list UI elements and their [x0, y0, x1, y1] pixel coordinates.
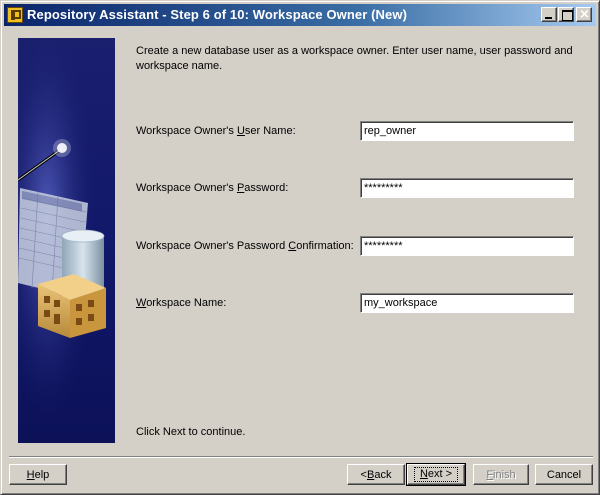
title-bar[interactable]: Repository Assistant - Step 6 of 10: Wor…	[4, 4, 596, 26]
help-button[interactable]: Help	[9, 464, 67, 485]
user-name-label: Workspace Owner's User Name:	[136, 125, 296, 137]
wizard-window: Repository Assistant - Step 6 of 10: Wor…	[0, 0, 600, 495]
next-button-focus: Next >	[413, 467, 459, 482]
workspace-name-row: Workspace Name: my_workspace	[136, 293, 582, 313]
workspace-name-label: Workspace Name:	[136, 297, 227, 309]
intro-text: Create a new database user as a workspac…	[136, 45, 573, 72]
wizard-side-image	[18, 38, 115, 443]
close-button[interactable]: ×	[576, 7, 592, 22]
finish-button[interactable]: Finish	[473, 464, 529, 485]
close-icon: ×	[579, 7, 590, 22]
password-confirmation-label: Workspace Owner's Password Confirmation:	[136, 240, 354, 252]
password-row: Workspace Owner's Password: *********	[136, 178, 582, 198]
password-label: Workspace Owner's Password:	[136, 182, 289, 194]
password-input[interactable]: *********	[360, 178, 574, 198]
user-name-input[interactable]: rep_owner	[360, 121, 574, 141]
minimize-button[interactable]	[541, 7, 557, 22]
continue-hint: Click Next to continue.	[136, 426, 246, 438]
window-title: Repository Assistant - Step 6 of 10: Wor…	[27, 7, 408, 22]
database-workspace-illustration	[18, 38, 115, 443]
next-button[interactable]: Next >	[406, 463, 466, 486]
user-name-row: Workspace Owner's User Name: rep_owner	[136, 121, 582, 141]
password-confirmation-row: Workspace Owner's Password Confirmation:…	[136, 236, 582, 256]
wizard-content: Create a new database user as a workspac…	[9, 33, 593, 453]
password-confirmation-input[interactable]: *********	[360, 236, 574, 256]
workspace-name-input[interactable]: my_workspace	[360, 293, 574, 313]
maximize-button[interactable]	[558, 7, 574, 22]
cancel-button[interactable]: Cancel	[535, 464, 593, 485]
footer-separator	[9, 456, 593, 458]
back-button[interactable]: < Back	[347, 464, 405, 485]
app-icon[interactable]	[7, 7, 23, 23]
